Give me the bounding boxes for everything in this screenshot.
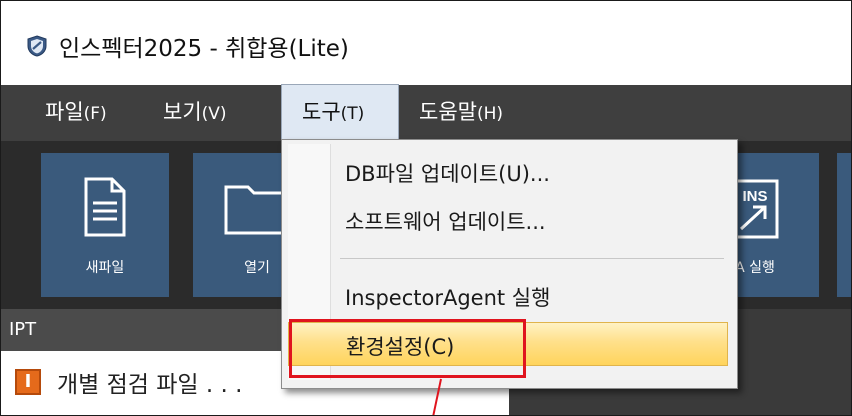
inspector-file-icon: I — [15, 369, 41, 395]
panel-tab-label[interactable]: IPT — [9, 319, 36, 340]
menu-tools-label: 도구 — [302, 100, 341, 124]
menu-help-label: 도움말 — [419, 100, 477, 124]
new-file-button[interactable]: 새파일 — [41, 153, 169, 297]
menu-view-label: 보기 — [163, 100, 202, 124]
menu-item-db-update-label: DB파일 업데이트(U)... — [345, 162, 550, 186]
menu-item-db-update[interactable]: DB파일 업데이트(U)... — [282, 150, 737, 194]
window-title: 인스펙터2025 - 취합용(Lite) — [59, 36, 349, 62]
menu-bar: 파일(F) 보기(V) 도구(T) 도움말(H) — [1, 84, 851, 142]
new-file-icon — [84, 177, 126, 237]
menu-view-mnemonic: (V) — [201, 104, 227, 124]
menu-file[interactable]: 파일(F) — [45, 85, 107, 141]
toolbar-overflow-tile — [837, 153, 851, 297]
menu-item-inspector-agent[interactable]: InspectorAgent 실행 — [282, 274, 737, 318]
menu-separator — [340, 258, 724, 259]
menu-tools[interactable]: 도구(T) — [281, 84, 399, 142]
menu-item-software-update-label: 소프트웨어 업데이트... — [345, 210, 546, 234]
inspector-file-icon-letter: I — [24, 371, 32, 392]
ins-badge-text: INS — [742, 188, 767, 205]
menu-tools-mnemonic: (T) — [340, 104, 365, 124]
app-window: 인스펙터2025 - 취합용(Lite) 파일(F) 보기(V) 도구(T) 도… — [0, 0, 852, 416]
list-item-label[interactable]: 개별 점검 파일 . . . — [57, 365, 242, 399]
menu-item-inspector-agent-label: InspectorAgent 실행 — [345, 286, 551, 310]
menu-help[interactable]: 도움말(H) — [419, 85, 503, 141]
new-file-label: 새파일 — [85, 260, 125, 276]
menu-help-mnemonic: (H) — [476, 104, 504, 124]
highlight-callout-box — [289, 319, 526, 378]
menu-file-mnemonic: (F) — [83, 104, 107, 124]
menu-file-label: 파일 — [45, 100, 84, 124]
title-bar: 인스펙터2025 - 취합용(Lite) — [1, 1, 851, 84]
shield-icon — [27, 35, 47, 57]
menu-item-software-update[interactable]: 소프트웨어 업데이트... — [282, 198, 737, 242]
menu-view[interactable]: 보기(V) — [163, 85, 227, 141]
